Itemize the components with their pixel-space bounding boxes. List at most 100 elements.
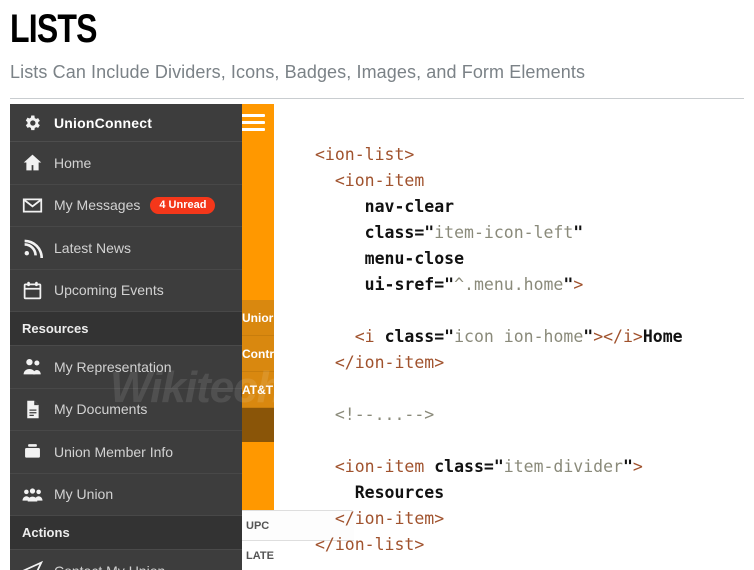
code-token: class= (434, 457, 494, 476)
code-token: ^.menu.home (454, 275, 564, 294)
menu-item-contact-my-union[interactable]: Contact My Union (10, 550, 242, 570)
code-line: menu-close (315, 246, 754, 272)
code-line: <!--...--> (315, 402, 754, 428)
code-line: </ion-item> (315, 350, 754, 376)
code-token: " (493, 457, 504, 476)
app-name: UnionConnect (54, 114, 153, 131)
side-menu: UnionConnect Home My Messages 4 Unread Late… (10, 104, 242, 570)
page-title: LISTS (10, 7, 97, 51)
page-subtitle: Lists Can Include Dividers, Icons, Badge… (10, 62, 586, 82)
code-line: <ion-list> (315, 142, 754, 168)
app-background-card-label: UPC (246, 520, 270, 532)
code-token: <!--...--> (334, 405, 435, 424)
code-token: </ion-item> (334, 353, 445, 372)
code-token: " (563, 275, 574, 294)
code-token: <ion-list> (315, 145, 415, 164)
code-line: class="item-icon-left" (315, 220, 754, 246)
gear-icon[interactable] (10, 113, 54, 133)
app-background-row-label: Contr (242, 347, 274, 361)
briefcase-icon (10, 441, 54, 462)
side-menu-body: Home My Messages 4 Unread Latest News Upcomi… (10, 142, 242, 570)
header-divider (10, 98, 744, 99)
code-token: ui-sref= (364, 275, 445, 294)
code-token: item-icon-left (434, 223, 574, 242)
code-line: <ion-item class="item-divider"> (315, 454, 754, 480)
code-line: </ion-item> (315, 506, 754, 532)
app-background-row-label: Unior (242, 311, 274, 325)
code-line: <i class="icon ion-home"></i>Home (315, 324, 754, 350)
code-token: </i> (603, 327, 643, 346)
menu-item-label: Union Member Info (54, 443, 174, 460)
menu-item-my-messages[interactable]: My Messages 4 Unread (10, 185, 242, 227)
home-icon (10, 152, 54, 173)
code-line: Resources (315, 480, 754, 506)
side-menu-header: UnionConnect (10, 104, 242, 142)
menu-item-my-representation[interactable]: My Representation (10, 346, 242, 389)
hamburger-icon[interactable] (239, 114, 265, 132)
code-line: <ion-item (315, 168, 754, 194)
menu-divider-resources: Resources (10, 312, 242, 346)
code-token: " (424, 223, 435, 242)
menu-item-my-union[interactable]: My Union (10, 474, 242, 516)
code-token: > (593, 327, 604, 346)
menu-item-label: My Union (54, 486, 114, 503)
code-line: ui-sref="^.menu.home"> (315, 272, 754, 298)
code-token: <ion-item (334, 457, 435, 476)
code-token: </ion-list> (315, 535, 425, 554)
calendar-icon (10, 280, 54, 301)
code-token: " (573, 223, 584, 242)
menu-divider-label: Actions (22, 525, 70, 540)
menu-item-my-documents[interactable]: My Documents (10, 389, 242, 431)
code-line: </ion-list> (315, 532, 754, 558)
app-background-card-label: LATE (246, 550, 274, 562)
page-header: LISTS Lists Can Include Dividers, Icons,… (0, 0, 754, 99)
menu-item-label: Latest News (54, 239, 132, 256)
menu-item-home[interactable]: Home (10, 142, 242, 185)
code-token: " (444, 275, 455, 294)
code-snippet: <ion-list> <ion-item nav-clear class="it… (315, 142, 754, 570)
code-token: > (632, 457, 643, 476)
menu-item-label: My Documents (54, 401, 148, 418)
menu-item-label: Contact My Union (54, 563, 165, 570)
code-line: nav-clear (315, 194, 754, 220)
menu-item-label: Upcoming Events (54, 282, 164, 299)
group-icon (10, 484, 54, 505)
send-icon (10, 560, 54, 570)
code-token: class= (384, 327, 445, 346)
menu-item-latest-news[interactable]: Latest News (10, 227, 242, 270)
code-token: icon ion-home (454, 327, 584, 346)
code-token: </ion-item> (334, 509, 445, 528)
code-token: " (622, 457, 633, 476)
code-token: <ion-item (334, 171, 425, 190)
menu-item-upcoming-events[interactable]: Upcoming Events (10, 270, 242, 312)
code-token: Resources (354, 483, 445, 502)
people-icon (10, 356, 54, 377)
menu-divider-label: Resources (22, 321, 89, 336)
rss-icon (10, 237, 54, 259)
code-token: > (573, 275, 584, 294)
code-token: Home (642, 327, 683, 346)
code-token: item-divider (503, 457, 623, 476)
menu-item-label: My Messages (54, 197, 141, 214)
code-token: class= (364, 223, 425, 242)
menu-item-union-member-info[interactable]: Union Member Info (10, 431, 242, 474)
menu-item-label: My Representation (54, 358, 172, 375)
code-token: nav-clear (364, 197, 455, 216)
mail-icon (10, 195, 54, 216)
page-root: LISTS Lists Can Include Dividers, Icons,… (0, 0, 754, 570)
code-token: menu-close (364, 249, 465, 268)
code-token: " (444, 327, 455, 346)
